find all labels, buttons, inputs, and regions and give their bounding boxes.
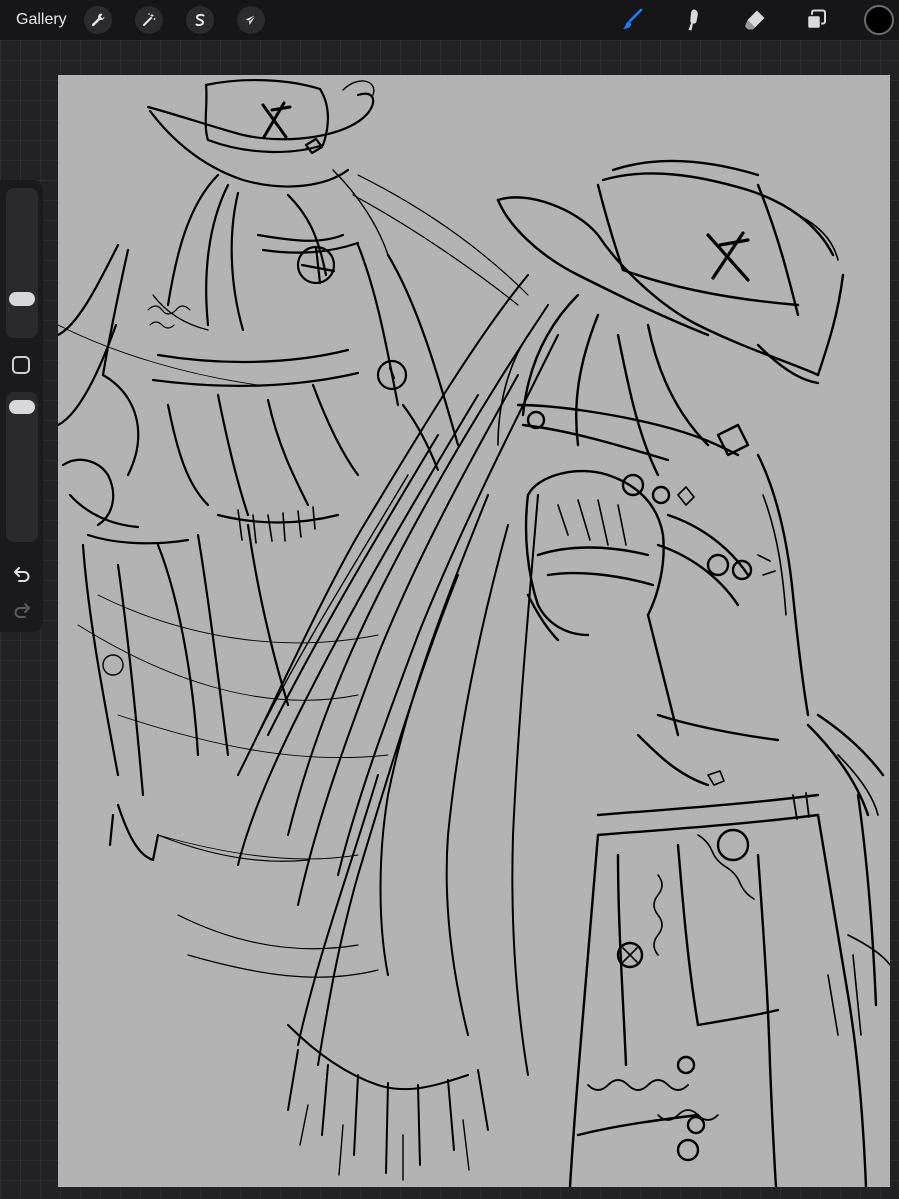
layers-icon bbox=[806, 9, 826, 30]
eraser-tool-button[interactable] bbox=[739, 4, 771, 36]
undo-button[interactable] bbox=[9, 562, 35, 586]
adjustments-button[interactable] bbox=[135, 6, 163, 34]
gallery-button[interactable]: Gallery bbox=[16, 9, 67, 31]
procreate-app: Gallery bbox=[0, 0, 899, 1199]
brush-icon bbox=[622, 8, 643, 29]
brush-opacity-slider-thumb[interactable] bbox=[9, 400, 35, 414]
wrench-icon bbox=[91, 13, 105, 27]
redo-button[interactable] bbox=[9, 598, 35, 622]
selection-button[interactable] bbox=[186, 6, 214, 34]
layers-tool-button[interactable] bbox=[800, 4, 832, 36]
selection-s-icon bbox=[195, 13, 205, 27]
smudge-icon bbox=[688, 9, 698, 31]
arrow-cursor-icon bbox=[245, 14, 257, 25]
undo-icon bbox=[14, 567, 30, 582]
smudge-tool-button[interactable] bbox=[677, 4, 709, 36]
color-picker-button[interactable] bbox=[864, 5, 894, 35]
eraser-icon bbox=[745, 10, 765, 30]
modify-button[interactable] bbox=[12, 356, 30, 374]
brush-size-slider-thumb[interactable] bbox=[9, 292, 35, 306]
magic-wand-icon bbox=[143, 13, 156, 26]
left-figure-sketch bbox=[58, 79, 529, 862]
right-figure-sketch bbox=[496, 159, 890, 1187]
brush-size-slider[interactable] bbox=[6, 188, 38, 338]
redo-icon bbox=[14, 603, 30, 618]
flowing-hair-sketch bbox=[157, 274, 559, 1181]
top-toolbar: Gallery bbox=[0, 0, 899, 40]
left-sidebar bbox=[0, 180, 43, 632]
transform-button[interactable] bbox=[237, 6, 265, 34]
drawing-canvas[interactable] bbox=[58, 75, 890, 1187]
sketch-artwork bbox=[58, 79, 890, 1187]
brush-opacity-slider[interactable] bbox=[6, 392, 38, 542]
brush-tool-button[interactable] bbox=[616, 4, 648, 36]
actions-button[interactable] bbox=[84, 6, 112, 34]
